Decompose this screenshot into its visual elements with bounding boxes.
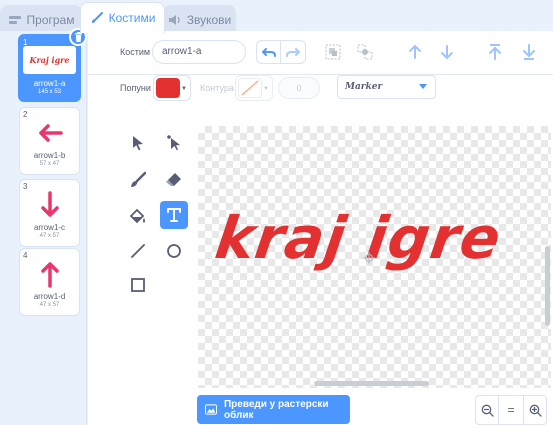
- line-tool[interactable]: [124, 237, 152, 265]
- costume-name: arrow1-b: [33, 151, 66, 160]
- eraser-icon: [166, 173, 181, 186]
- costume-item-2[interactable]: 2 arrow1-b 57 x 47: [19, 107, 80, 175]
- fill-tool[interactable]: [124, 202, 152, 230]
- eraser-tool[interactable]: [160, 166, 188, 194]
- fill-color-picker[interactable]: ▼: [153, 75, 191, 101]
- tab-code-label: Програм: [26, 12, 75, 27]
- costume-name: arrow1-d: [33, 292, 66, 301]
- tab-costumes-label: Костими: [108, 11, 156, 25]
- front-icon[interactable]: [486, 43, 504, 61]
- costume-name-input[interactable]: arrow1-a: [152, 40, 246, 64]
- undo-button[interactable]: [256, 40, 281, 64]
- costume-size: 57 x 47: [39, 161, 60, 167]
- vertical-scrollbar[interactable]: [545, 246, 550, 326]
- text-tool[interactable]: [160, 201, 188, 229]
- no-outline-icon: [238, 78, 262, 98]
- tab-costumes[interactable]: Костими: [80, 2, 165, 33]
- outline-label: Контура: [200, 83, 234, 93]
- ungroup-icon[interactable]: [356, 43, 374, 61]
- horizontal-scrollbar[interactable]: [314, 381, 429, 386]
- forward-icon[interactable]: [406, 43, 424, 61]
- paint-canvas[interactable]: kraj igre: [198, 126, 551, 388]
- brush-tool[interactable]: [124, 166, 152, 194]
- select-arrow-icon: [133, 136, 143, 151]
- zoom-reset-button[interactable]: =: [499, 395, 523, 425]
- costume-size: 47 x 57: [39, 233, 60, 239]
- code-icon: [8, 14, 22, 26]
- font-dropdown[interactable]: Marker: [337, 75, 436, 99]
- brush-icon: [90, 12, 104, 24]
- convert-to-bitmap-button[interactable]: Преведи у растерски облик: [197, 395, 350, 424]
- reshape-icon: [167, 135, 180, 151]
- zoom-out-icon: [481, 404, 494, 417]
- undo-redo-group: [256, 40, 306, 64]
- arrow-up-icon: [24, 259, 75, 289]
- rectangle-icon: [131, 278, 145, 292]
- tab-code[interactable]: Програм: [0, 5, 82, 33]
- select-tool[interactable]: [124, 129, 152, 157]
- chevron-down-icon: [419, 84, 427, 89]
- image-icon: [205, 404, 217, 415]
- tab-sounds[interactable]: Звукови: [163, 5, 236, 33]
- caret-down-icon: ▼: [263, 86, 269, 92]
- costume-size: 47 x 57: [39, 302, 60, 308]
- zoom-in-icon: [529, 404, 542, 417]
- back-icon[interactable]: [520, 43, 538, 61]
- zoom-controls: =: [475, 395, 549, 425]
- font-dropdown-value: Marker: [345, 82, 383, 92]
- costume-size: 145 x 53: [37, 89, 62, 95]
- zoom-out-button[interactable]: [475, 395, 499, 425]
- undo-icon: [261, 48, 276, 57]
- group-icon[interactable]: [324, 43, 342, 61]
- rectangle-tool[interactable]: [124, 271, 152, 299]
- caret-down-icon: ▼: [181, 86, 187, 92]
- costume-name: arrow1-a: [33, 79, 66, 88]
- text-t-icon: [167, 208, 181, 222]
- arrow-down-icon: [24, 190, 75, 220]
- circle-tool[interactable]: [160, 237, 188, 265]
- tab-sounds-label: Звукови: [186, 12, 232, 27]
- reshape-tool[interactable]: [160, 129, 188, 157]
- costume-name: arrow1-c: [33, 223, 66, 232]
- convert-to-bitmap-label: Преведи у растерски облик: [223, 398, 329, 421]
- line-icon: [131, 244, 145, 258]
- zoom-in-button[interactable]: [523, 395, 547, 425]
- costume-list: 1 Kraj igre arrow1-a 145 x 53 2 arrow1-b…: [0, 28, 87, 425]
- fill-color-swatch: [156, 78, 180, 98]
- speaker-icon: [168, 14, 182, 26]
- trash-icon: [74, 32, 82, 42]
- costume-text[interactable]: kraj igre: [211, 204, 505, 272]
- costume-item-3[interactable]: 3 arrow1-c 47 x 57: [19, 179, 80, 247]
- redo-button[interactable]: [281, 40, 306, 64]
- costume-name-label: Костим: [120, 47, 151, 57]
- thumbnail-text: Kraj igre: [29, 55, 70, 65]
- zoom-reset-label: =: [507, 403, 515, 417]
- crosshair-icon: [363, 252, 375, 264]
- brush-icon: [131, 171, 147, 187]
- editor-tabs: Програм Костими Звукови: [0, 0, 553, 33]
- costume-thumbnail: Kraj igre: [23, 46, 76, 74]
- bucket-icon: [129, 208, 145, 224]
- costume-item-1[interactable]: 1 Kraj igre arrow1-a 145 x 53: [18, 28, 87, 102]
- backward-icon[interactable]: [438, 43, 456, 61]
- circle-icon: [167, 244, 181, 258]
- redo-icon: [286, 48, 300, 57]
- outline-width-input[interactable]: 0: [278, 77, 320, 99]
- fill-label: Попуни: [120, 83, 151, 93]
- arrow-left-icon: [24, 118, 75, 148]
- outline-color-picker[interactable]: ▼: [235, 75, 273, 101]
- costume-item-4[interactable]: 4 arrow1-d 47 x 57: [19, 248, 80, 316]
- paint-editor: Костим arrow1-a Попуни ▼ Контура ▼ 0 Mar…: [88, 31, 553, 425]
